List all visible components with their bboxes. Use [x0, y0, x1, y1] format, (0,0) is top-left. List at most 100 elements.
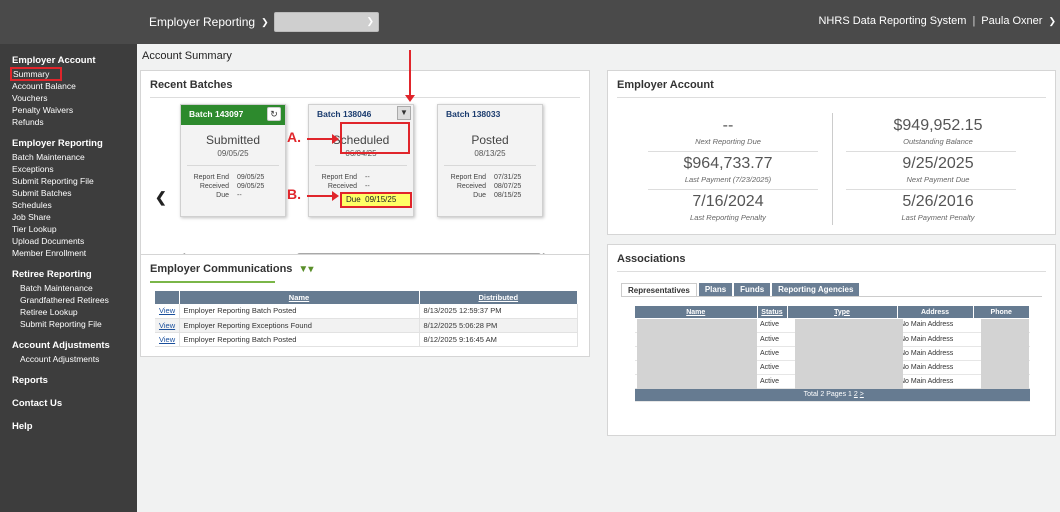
sidebar-group-contact-us: Contact Us	[0, 397, 137, 411]
address-cell: No Main Address	[897, 318, 973, 333]
value: 5/26/2016	[902, 193, 974, 210]
scheduled-highlight	[340, 122, 410, 154]
annotation-a-label: A.	[287, 129, 301, 145]
divider	[832, 113, 833, 225]
annotation-b-arrow	[307, 191, 339, 201]
next-payment-due: 9/25/2025 Next Payment Due	[838, 155, 1038, 184]
table-row: View Employer Reporting Batch Posted 8/1…	[155, 304, 578, 319]
sidebar-item-schedules[interactable]: Schedules	[0, 199, 137, 211]
sidebar-item-upload-documents[interactable]: Upload Documents	[0, 235, 137, 247]
sidebar-heading[interactable]: Account Adjustments	[0, 339, 137, 353]
sidebar-item-member-enrollment[interactable]: Member Enrollment	[0, 247, 137, 259]
sidebar-item-refunds[interactable]: Refunds	[0, 116, 137, 128]
next-reporting-due: -- Next Reporting Due	[628, 117, 828, 146]
sidebar-group-reports: Reports	[0, 374, 137, 388]
sidebar-item-account-adjustments[interactable]: Account Adjustments	[0, 353, 137, 365]
view-link[interactable]: View	[155, 304, 180, 319]
employer-reporting-menu[interactable]: Employer Reporting ❯	[149, 15, 269, 29]
batch-name[interactable]: Batch 138033	[438, 105, 542, 125]
label: Next Payment Due	[906, 175, 970, 184]
sidebar-item-submit-reporting-file[interactable]: Submit Reporting File	[0, 175, 137, 187]
communications-table: Name Distributed View Employer Reporting…	[155, 291, 578, 347]
main-content: Account Summary Recent Batches ❮ Batch 1…	[137, 44, 1060, 512]
employer-select[interactable]: ❯	[274, 12, 379, 32]
batch-card[interactable]: Batch 138033 Posted 08/13/25 Report End 0…	[437, 104, 543, 217]
report-end-label: Report End	[321, 174, 357, 181]
sidebar-item-job-share[interactable]: Job Share	[0, 211, 137, 223]
value: 9/25/2025	[902, 155, 974, 172]
column-header-type[interactable]: Type	[787, 306, 898, 318]
sidebar-heading[interactable]: Employer Account	[0, 54, 137, 68]
view-link[interactable]: View	[155, 318, 180, 333]
page-1[interactable]: 1	[848, 391, 852, 398]
status-cell: Active	[757, 318, 787, 333]
label: Last Payment Penalty	[901, 213, 975, 222]
sidebar-item-tier-lookup[interactable]: Tier Lookup	[0, 223, 137, 235]
sidebar-item-vouchers[interactable]: Vouchers	[0, 92, 137, 104]
column-header-distributed[interactable]: Distributed	[419, 291, 578, 304]
sidebar: Employer Account Summary Account Balance…	[0, 44, 137, 512]
address-cell: No Main Address	[897, 374, 973, 389]
value: 7/16/2024	[692, 193, 764, 210]
divider	[648, 189, 818, 190]
report-end-label: Report End	[450, 174, 486, 181]
sidebar-item-submit-batches[interactable]: Submit Batches	[0, 187, 137, 199]
employer-account-panel: Employer Account -- Next Reporting Due $…	[607, 70, 1056, 235]
associations-panel: Associations Representatives Plans Funds…	[607, 244, 1056, 436]
due-label: Due	[216, 192, 229, 199]
status-cell: Active	[757, 332, 787, 347]
chevron-down-icon[interactable]: ❯	[1048, 16, 1056, 27]
status-cell: Active	[757, 346, 787, 361]
page-title: Account Summary	[142, 50, 232, 62]
sidebar-heading[interactable]: Employer Reporting	[0, 137, 137, 151]
sidebar-item-batch-maintenance[interactable]: Batch Maintenance	[0, 151, 137, 163]
divider	[444, 165, 536, 166]
sidebar-item-retiree-lookup[interactable]: Retiree Lookup	[0, 306, 137, 318]
sidebar-group-employer-reporting: Employer Reporting Batch Maintenance Exc…	[0, 137, 137, 259]
refresh-icon[interactable]: ↻	[267, 107, 281, 121]
sidebar-item-retiree-batch-maintenance[interactable]: Batch Maintenance	[0, 282, 137, 294]
sidebar-item-retiree-submit-reporting-file[interactable]: Submit Reporting File	[0, 318, 137, 330]
label: Last Reporting Penalty	[690, 213, 766, 222]
chevron-left-icon[interactable]: ❮	[155, 189, 167, 206]
sidebar-item-account-balance[interactable]: Account Balance	[0, 80, 137, 92]
sidebar-heading[interactable]: Retiree Reporting	[0, 268, 137, 282]
last-payment: $964,733.77 Last Payment (7/23/2025)	[628, 155, 828, 184]
batch-card[interactable]: Batch 143097 ↻ Submitted 09/05/25 Report…	[180, 104, 286, 217]
column-header-name[interactable]: Name	[635, 306, 758, 318]
sidebar-item-help[interactable]: Help	[0, 420, 137, 434]
chevron-down-icon: ❯	[366, 16, 374, 26]
recent-batches-panel: Recent Batches ❮ Batch 143097 ↻ Submitte…	[140, 70, 590, 280]
redacted-type	[795, 319, 903, 389]
column-header-phone: Phone	[973, 306, 1030, 318]
sidebar-item-summary[interactable]: Summary	[10, 67, 62, 81]
next-page-link[interactable]: >	[860, 391, 864, 398]
system-user-area: NHRS Data Reporting System | Paula Oxner…	[818, 15, 1056, 27]
pagination-total: Total 2 Pages	[803, 391, 847, 398]
user-menu[interactable]: Paula Oxner	[981, 15, 1042, 27]
filter-icon[interactable]: ▼▾	[298, 264, 313, 275]
panel-title: Recent Batches	[150, 79, 233, 91]
column-header-status[interactable]: Status	[757, 306, 788, 318]
sidebar-item-exceptions[interactable]: Exceptions	[0, 163, 137, 175]
divider	[621, 296, 1042, 297]
tab-funds[interactable]: Funds	[734, 283, 771, 296]
sidebar-item-grandfathered-retirees[interactable]: Grandfathered Retirees	[0, 294, 137, 306]
annotation-arrow-chevron	[405, 50, 415, 102]
label: Outstanding Balance	[903, 137, 973, 146]
sidebar-item-reports[interactable]: Reports	[0, 374, 137, 388]
received-value: --	[365, 183, 370, 190]
page-2-link[interactable]: 2	[854, 391, 858, 398]
tab-plans[interactable]: Plans	[698, 283, 733, 296]
column-header-name[interactable]: Name	[179, 291, 420, 304]
view-link[interactable]: View	[155, 332, 180, 347]
chevron-down-icon[interactable]: ▼	[397, 106, 411, 120]
tab-reporting-agencies[interactable]: Reporting Agencies	[772, 283, 860, 296]
sidebar-item-contact-us[interactable]: Contact Us	[0, 397, 137, 411]
address-cell: No Main Address	[897, 346, 973, 361]
sidebar-item-penalty-waivers[interactable]: Penalty Waivers	[0, 104, 137, 116]
communication-distributed: 8/12/2025 5:06:28 PM	[419, 318, 578, 333]
column-header	[155, 291, 180, 304]
associations-tabs: Representatives Plans Funds Reporting Ag…	[621, 283, 861, 296]
tab-representatives[interactable]: Representatives	[621, 283, 697, 296]
